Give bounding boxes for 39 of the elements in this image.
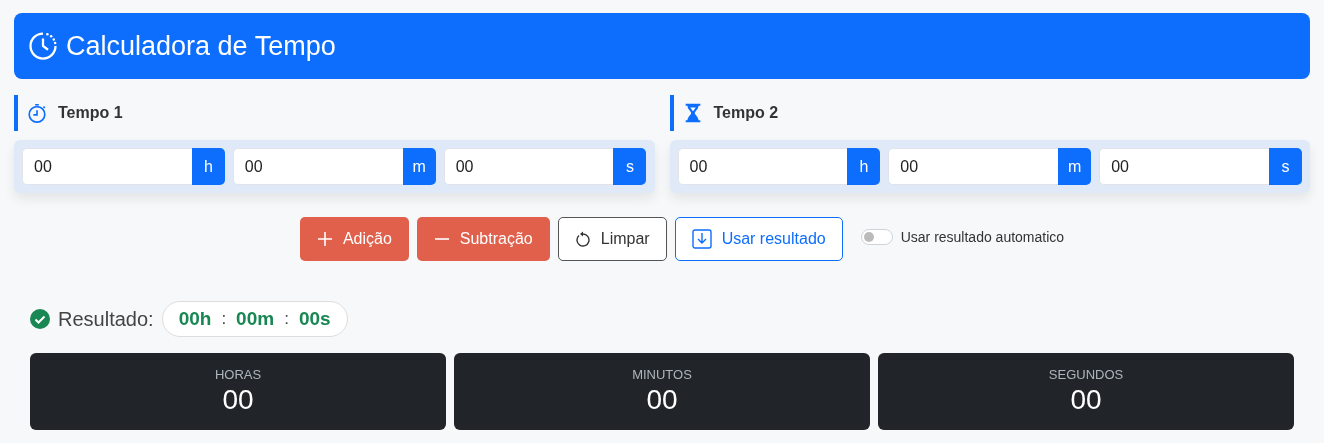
card-value: 00: [222, 384, 254, 416]
separator: :: [284, 309, 289, 329]
time-input-field[interactable]: 00: [888, 148, 1059, 185]
plus-icon: [316, 231, 333, 247]
section-title: Tempo 1: [58, 104, 123, 122]
auto-switch[interactable]: [860, 229, 893, 245]
time-input-field[interactable]: 00: [22, 148, 192, 185]
unit-label: h: [847, 148, 881, 185]
card-label: HORAS: [214, 367, 262, 382]
result-value: 00m: [236, 308, 275, 330]
subtract-button[interactable]: Subtração: [416, 217, 550, 261]
stopwatch-icon: [26, 102, 48, 124]
app-title: Calculadora de Tempo: [66, 30, 336, 62]
reset-icon: [574, 231, 591, 247]
clock-icon: [28, 31, 58, 61]
time-input-field[interactable]: 00: [1099, 148, 1269, 185]
card-label: MINUTOS: [632, 367, 692, 382]
card-value: 00: [646, 384, 678, 416]
time-input-field[interactable]: 00: [677, 148, 848, 185]
add-button[interactable]: Adição: [299, 217, 409, 261]
use-button[interactable]: Usar resultado: [674, 217, 843, 261]
result-value: 00h: [178, 308, 212, 330]
card-label: SEGUNDOS: [1048, 367, 1124, 382]
reset-button[interactable]: Limpar: [557, 217, 667, 261]
result-label: Resultado:: [58, 307, 154, 331]
minus-icon: [433, 238, 450, 240]
check-icon: [30, 309, 50, 329]
unit-label: s: [1269, 148, 1302, 185]
unit-label: s: [613, 148, 647, 185]
unit-label: m: [402, 148, 436, 185]
switch-label: Usar resultado automatico: [900, 229, 1065, 245]
time-input-field[interactable]: 00: [443, 148, 614, 185]
time-input-field[interactable]: 00: [232, 148, 403, 185]
unit-label: m: [1058, 148, 1092, 185]
card-value: 00: [1070, 384, 1102, 416]
result-value: 00s: [298, 308, 331, 330]
unit-label: h: [191, 148, 225, 185]
separator: :: [221, 309, 227, 329]
section-title: Tempo 2: [713, 104, 779, 122]
